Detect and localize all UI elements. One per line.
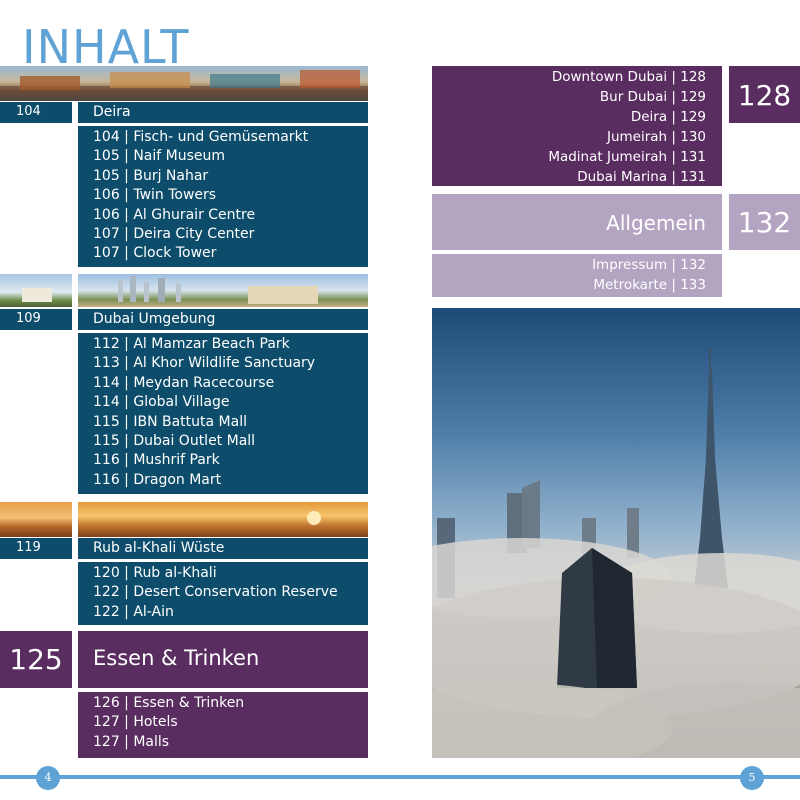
villa-illustration: [22, 288, 52, 302]
list-item: Impressum | 132: [592, 257, 706, 273]
list-item: 106 | Twin Towers: [93, 187, 217, 204]
list-item: 120 | Rub al-Khali: [93, 565, 217, 581]
list-item: 127 | Malls: [93, 733, 170, 750]
section-list-deira: 104 | Fisch- und Gemüsemarkt 105 | Naif …: [78, 126, 368, 267]
page-number-left: 4: [36, 766, 60, 790]
list-item: 115 | Dubai Outlet Mall: [93, 433, 256, 450]
section-num-hotels: 128: [729, 66, 800, 123]
list-item: 116 | Dragon Mart: [93, 471, 222, 488]
section-title-essen: Essen & Trinken: [78, 631, 368, 688]
section-list-umgebung: 112 | Al Mamzar Beach Park 113 | Al Khor…: [78, 333, 368, 494]
list-item: 122 | Al-Ain: [93, 603, 174, 620]
list-item: 122 | Desert Conservation Reserve: [93, 584, 338, 601]
list-item: Downtown Dubai | 128: [551, 69, 706, 85]
list-item: 105 | Naif Museum: [93, 148, 226, 165]
list-item: 106 | Al Ghurair Centre: [93, 206, 256, 223]
list-item: 112 | Al Mamzar Beach Park: [93, 336, 290, 352]
skyline-illustration: [118, 276, 318, 304]
footer-rule: [0, 775, 800, 779]
list-item: 127 | Hotels: [93, 714, 178, 731]
section-num-essen: 125: [0, 631, 72, 688]
section-num-deira: 104: [0, 102, 72, 123]
list-item: Jumeirah | 130: [606, 129, 706, 145]
umgebung-photo-left: [0, 274, 72, 307]
section-title-allgemein: Allgemein: [432, 194, 722, 250]
list-item: 107 | Clock Tower: [93, 245, 217, 262]
burj-khalifa-photo: [432, 308, 800, 758]
list-item: 105 | Burj Nahar: [93, 167, 209, 184]
list-item: 116 | Mushrif Park: [93, 452, 220, 469]
section-list-hotels: Downtown Dubai | 128 Bur Dubai | 129 Dei…: [432, 66, 722, 186]
list-item: 114 | Global Village: [93, 394, 230, 411]
list-item: Deira | 129: [630, 109, 706, 125]
section-title-rub: Rub al-Khali Wüste: [78, 538, 368, 559]
desert-photo-left: [0, 502, 72, 537]
section-list-essen: 126 | Essen & Trinken 127 | Hotels 127 |…: [78, 692, 368, 758]
section-list-rub: 120 | Rub al-Khali 122 | Desert Conserva…: [78, 562, 368, 625]
desert-photo-right: [78, 502, 368, 537]
skyline-fog-illustration: [432, 348, 800, 758]
sun-illustration: [307, 511, 321, 525]
page-number-right: 5: [740, 766, 764, 790]
list-item: 114 | Meydan Racecourse: [93, 374, 275, 391]
list-item: Metrokarte | 133: [593, 277, 706, 293]
section-num-umgebung: 109: [0, 309, 72, 330]
boats-illustration: [0, 70, 368, 101]
umgebung-photo-right: [78, 274, 368, 307]
section-title-umgebung: Dubai Umgebung: [78, 309, 368, 330]
section-num-allgemein: 132: [729, 194, 800, 250]
list-item: Bur Dubai | 129: [599, 89, 706, 105]
list-item: Dubai Marina | 131: [577, 169, 706, 185]
page-title: INHALT: [22, 20, 190, 74]
deira-photo: [0, 66, 368, 101]
list-item: 104 | Fisch- und Gemüsemarkt: [93, 129, 309, 145]
section-num-rub: 119: [0, 538, 72, 559]
list-item: Madinat Jumeirah | 131: [548, 149, 706, 165]
list-item: 126 | Essen & Trinken: [93, 695, 245, 711]
section-title-deira: Deira: [78, 102, 368, 123]
list-item: 113 | Al Khor Wildlife Sanctuary: [93, 355, 316, 372]
list-item: 115 | IBN Battuta Mall: [93, 413, 247, 430]
list-item: 107 | Deira City Center: [93, 226, 255, 243]
section-list-allgemein: Impressum | 132 Metrokarte | 133: [432, 254, 722, 297]
